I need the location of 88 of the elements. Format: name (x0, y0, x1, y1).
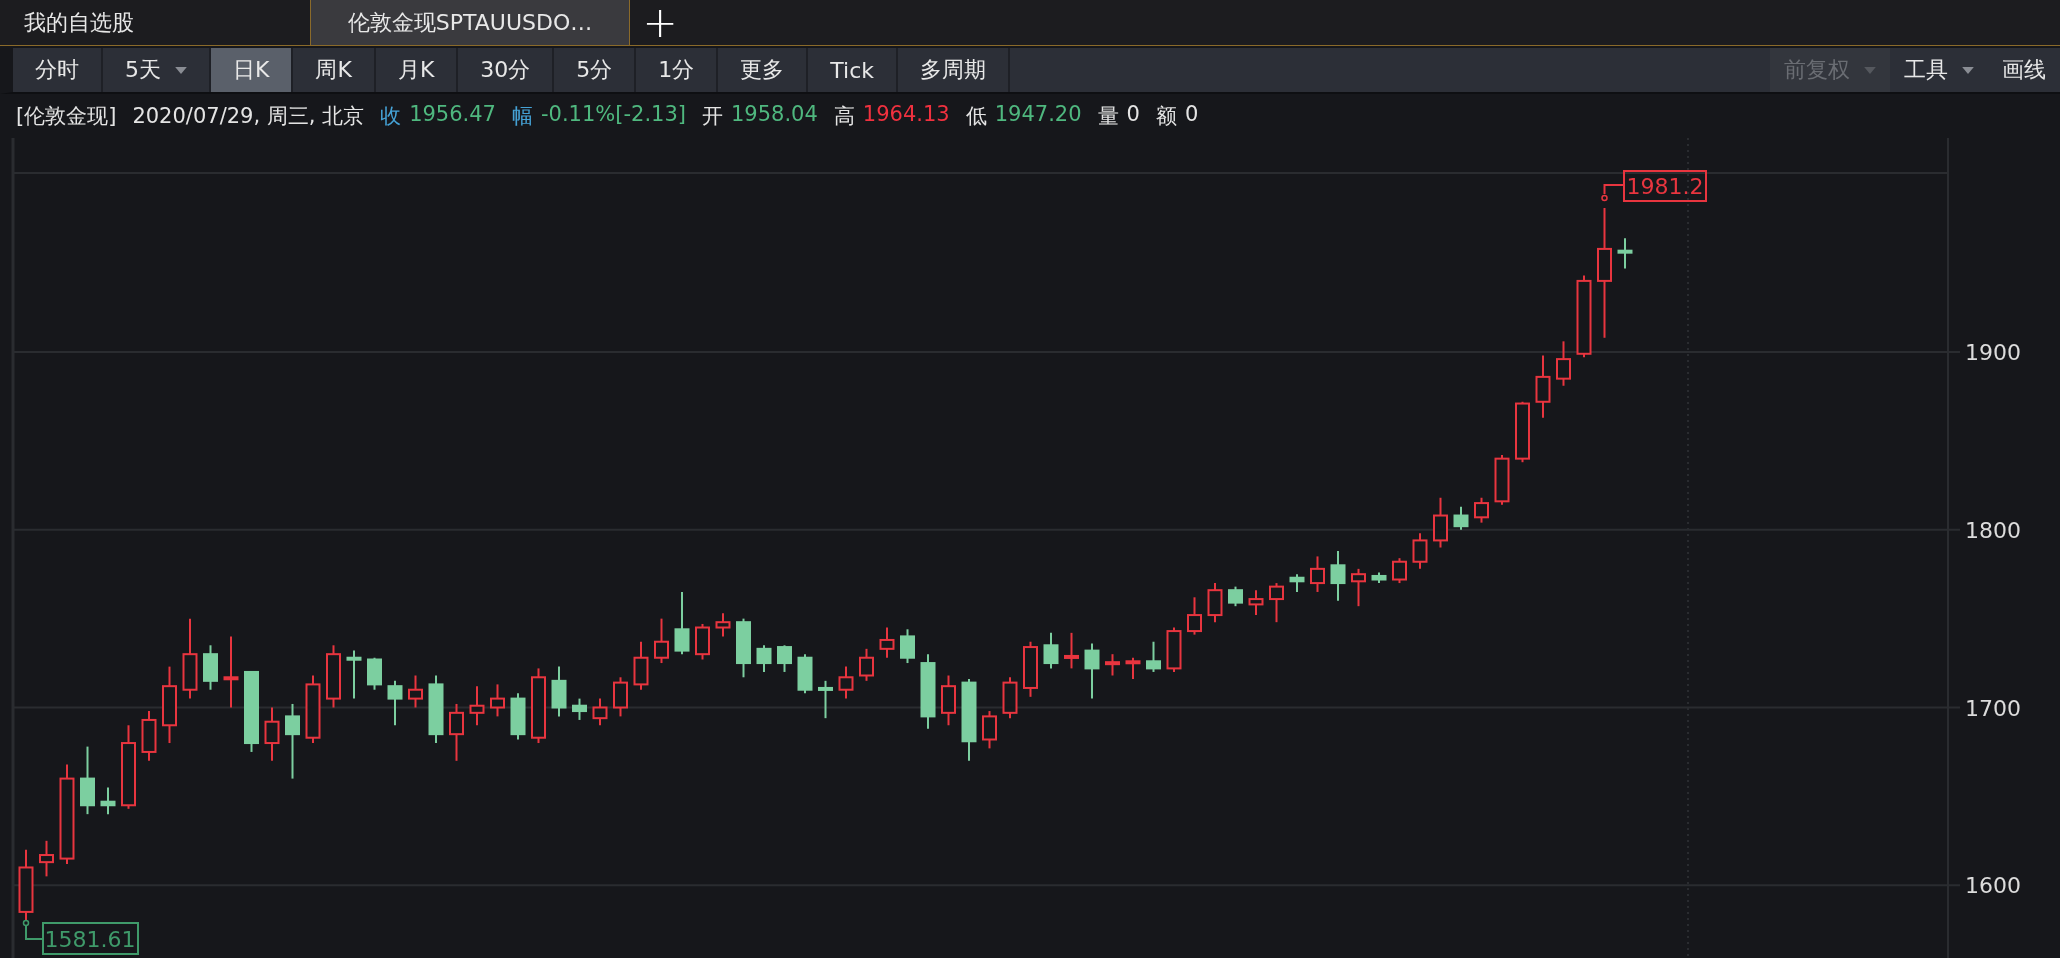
candlestick (326, 644, 341, 709)
candlestick (469, 685, 485, 727)
candlestick (1392, 557, 1407, 585)
candlestick (1125, 656, 1141, 681)
candlestick (654, 617, 669, 665)
candlestick (941, 674, 956, 727)
candlestick (1494, 454, 1510, 506)
candlestick (1166, 626, 1182, 673)
candlestick (1269, 582, 1284, 624)
candlestick (1453, 505, 1469, 531)
candlestick (1310, 555, 1325, 593)
candlestick (777, 644, 792, 673)
candlestick (1207, 582, 1223, 624)
candlestick (613, 676, 628, 718)
candlestick (1248, 589, 1264, 617)
candlestick (1146, 640, 1161, 673)
field-label: 开 (702, 103, 723, 130)
candlestick (1187, 596, 1202, 636)
candlestick (1617, 237, 1633, 270)
candlestick (1289, 573, 1305, 593)
add-tab-button[interactable]: + (630, 0, 690, 45)
candlestick (592, 697, 608, 727)
candlestick (264, 706, 280, 762)
price-axis-label: 1600 (1965, 873, 2021, 899)
candlestick (879, 626, 895, 659)
candlestick (1105, 653, 1120, 677)
candlestick (756, 644, 772, 673)
field-label: 幅 (512, 103, 533, 130)
candlestick (736, 617, 751, 679)
price-axis-label: 1800 (1965, 517, 2021, 543)
candlestick (695, 622, 710, 661)
candlestick (1535, 354, 1551, 419)
candlestick (305, 674, 321, 745)
field-value: 0 (1126, 102, 1140, 128)
candlestick (1023, 640, 1038, 698)
candlestick (367, 656, 382, 691)
field-value: 1956.47 (409, 102, 496, 128)
candlestick (1556, 340, 1571, 387)
candlestick (100, 786, 116, 816)
candlestick (510, 692, 526, 741)
candlestick (1474, 496, 1489, 524)
field-value: 0 (1184, 102, 1199, 128)
candlestick (674, 590, 690, 656)
candlestick (797, 653, 813, 695)
candlestick (408, 674, 423, 709)
candlestick (428, 674, 444, 745)
symbol-label: [伦敦金现] (16, 103, 117, 130)
field-label: 收 (380, 103, 402, 130)
candlestick (1412, 532, 1428, 570)
candlestick (982, 710, 997, 750)
candlestick (900, 628, 915, 665)
candlestick (1043, 631, 1059, 670)
candlestick (80, 745, 95, 816)
date-label: 2020/07/29, 周三, 北京 (132, 103, 365, 130)
candlestick (715, 612, 731, 638)
tab[interactable]: 伦敦金现SPTAUUSDO… (310, 0, 630, 45)
candlestick (1002, 676, 1018, 720)
candlestick (39, 839, 54, 878)
field-label: 高 (833, 103, 855, 130)
candlestick (141, 710, 157, 762)
candlestick (1084, 642, 1100, 700)
candlestick (633, 640, 649, 691)
candlestick (818, 679, 833, 720)
field-label: 低 (965, 103, 987, 130)
candlestick (572, 697, 587, 721)
candlestick (387, 679, 403, 727)
field-value: 1947.20 (994, 102, 1082, 128)
field-value: 1964.13 (862, 102, 950, 128)
candlestick (346, 649, 362, 700)
field-value: 1958.04 (731, 102, 818, 128)
field-value: -0.11%[-2.13] (541, 102, 686, 128)
period-button[interactable]: 日K (211, 48, 294, 92)
candlestick (838, 665, 854, 700)
candlestick (1371, 571, 1387, 585)
field-label: 量 (1097, 103, 1119, 130)
candlestick (203, 644, 218, 691)
candlestick (1515, 400, 1530, 464)
candlestick (1330, 550, 1346, 602)
field-label: 额 (1155, 103, 1177, 130)
candlestick (551, 665, 567, 718)
candlestick (490, 683, 505, 718)
price-axis-label: 1700 (1965, 695, 2021, 721)
candlestick (449, 702, 464, 762)
candlestick (1433, 496, 1448, 549)
candlestick (1064, 631, 1079, 670)
price-axis-label: 1900 (1965, 340, 2021, 365)
candlestick (859, 647, 874, 682)
candlestick (1351, 567, 1366, 608)
